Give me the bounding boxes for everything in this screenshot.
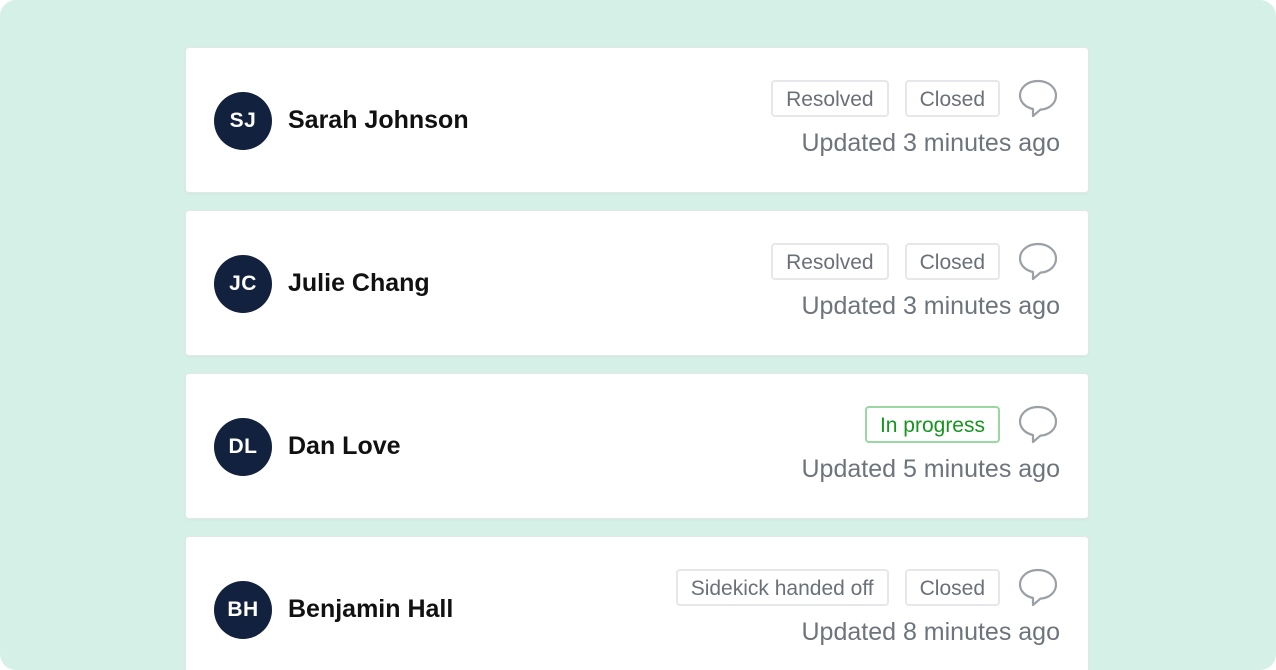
customer-name: Julie Chang: [288, 269, 430, 297]
customer-name: Sarah Johnson: [288, 106, 469, 134]
status-badges: Resolved Closed: [755, 242, 1000, 280]
customer-name: Dan Love: [288, 432, 401, 460]
customer-name: Benjamin Hall: [288, 595, 454, 623]
comment-icon[interactable]: [1016, 78, 1060, 118]
status-badge: Resolved: [771, 79, 889, 117]
status-badge: Closed: [904, 568, 1000, 606]
avatar: DL: [214, 418, 272, 476]
ticket-card[interactable]: BH Benjamin Hall Sidekick handed off Clos…: [185, 536, 1089, 670]
ticket-card[interactable]: DL Dan Love In progress Updated 5 minute…: [185, 373, 1089, 519]
ticket-meta: Resolved Closed Updated 3 minutes ago: [755, 241, 1060, 321]
badge-row: Sidekick handed off Closed: [660, 567, 1060, 607]
badge-row: Resolved Closed: [755, 241, 1060, 281]
ticket-card[interactable]: SJ Sarah Johnson Resolved Closed Updated …: [185, 47, 1089, 193]
badge-row: Resolved Closed: [755, 78, 1060, 118]
status-badge: Closed: [904, 242, 1000, 280]
ticket-list-background: SJ Sarah Johnson Resolved Closed Updated …: [0, 0, 1276, 670]
status-badge: Sidekick handed off: [675, 568, 889, 606]
ticket-list: SJ Sarah Johnson Resolved Closed Updated …: [185, 47, 1089, 670]
avatar: BH: [214, 581, 272, 639]
avatar: JC: [214, 255, 272, 313]
status-badges: Sidekick handed off Closed: [660, 568, 1000, 606]
badge-row: In progress: [849, 404, 1060, 444]
status-badge: Resolved: [771, 242, 889, 280]
status-badge: In progress: [864, 405, 1000, 443]
status-badges: Resolved Closed: [755, 79, 1000, 117]
status-badge: Closed: [904, 79, 1000, 117]
updated-timestamp: Updated 8 minutes ago: [801, 618, 1060, 646]
avatar: SJ: [214, 92, 272, 150]
comment-icon[interactable]: [1016, 404, 1060, 444]
ticket-meta: In progress Updated 5 minutes ago: [801, 404, 1060, 484]
ticket-meta: Sidekick handed off Closed Updated 8 minu…: [660, 567, 1060, 647]
ticket-card[interactable]: JC Julie Chang Resolved Closed Updated 3 …: [185, 210, 1089, 356]
updated-timestamp: Updated 3 minutes ago: [801, 292, 1060, 320]
updated-timestamp: Updated 3 minutes ago: [801, 129, 1060, 157]
comment-icon[interactable]: [1016, 567, 1060, 607]
ticket-meta: Resolved Closed Updated 3 minutes ago: [755, 78, 1060, 158]
status-badges: In progress: [849, 405, 1000, 443]
comment-icon[interactable]: [1016, 241, 1060, 281]
updated-timestamp: Updated 5 minutes ago: [801, 455, 1060, 483]
